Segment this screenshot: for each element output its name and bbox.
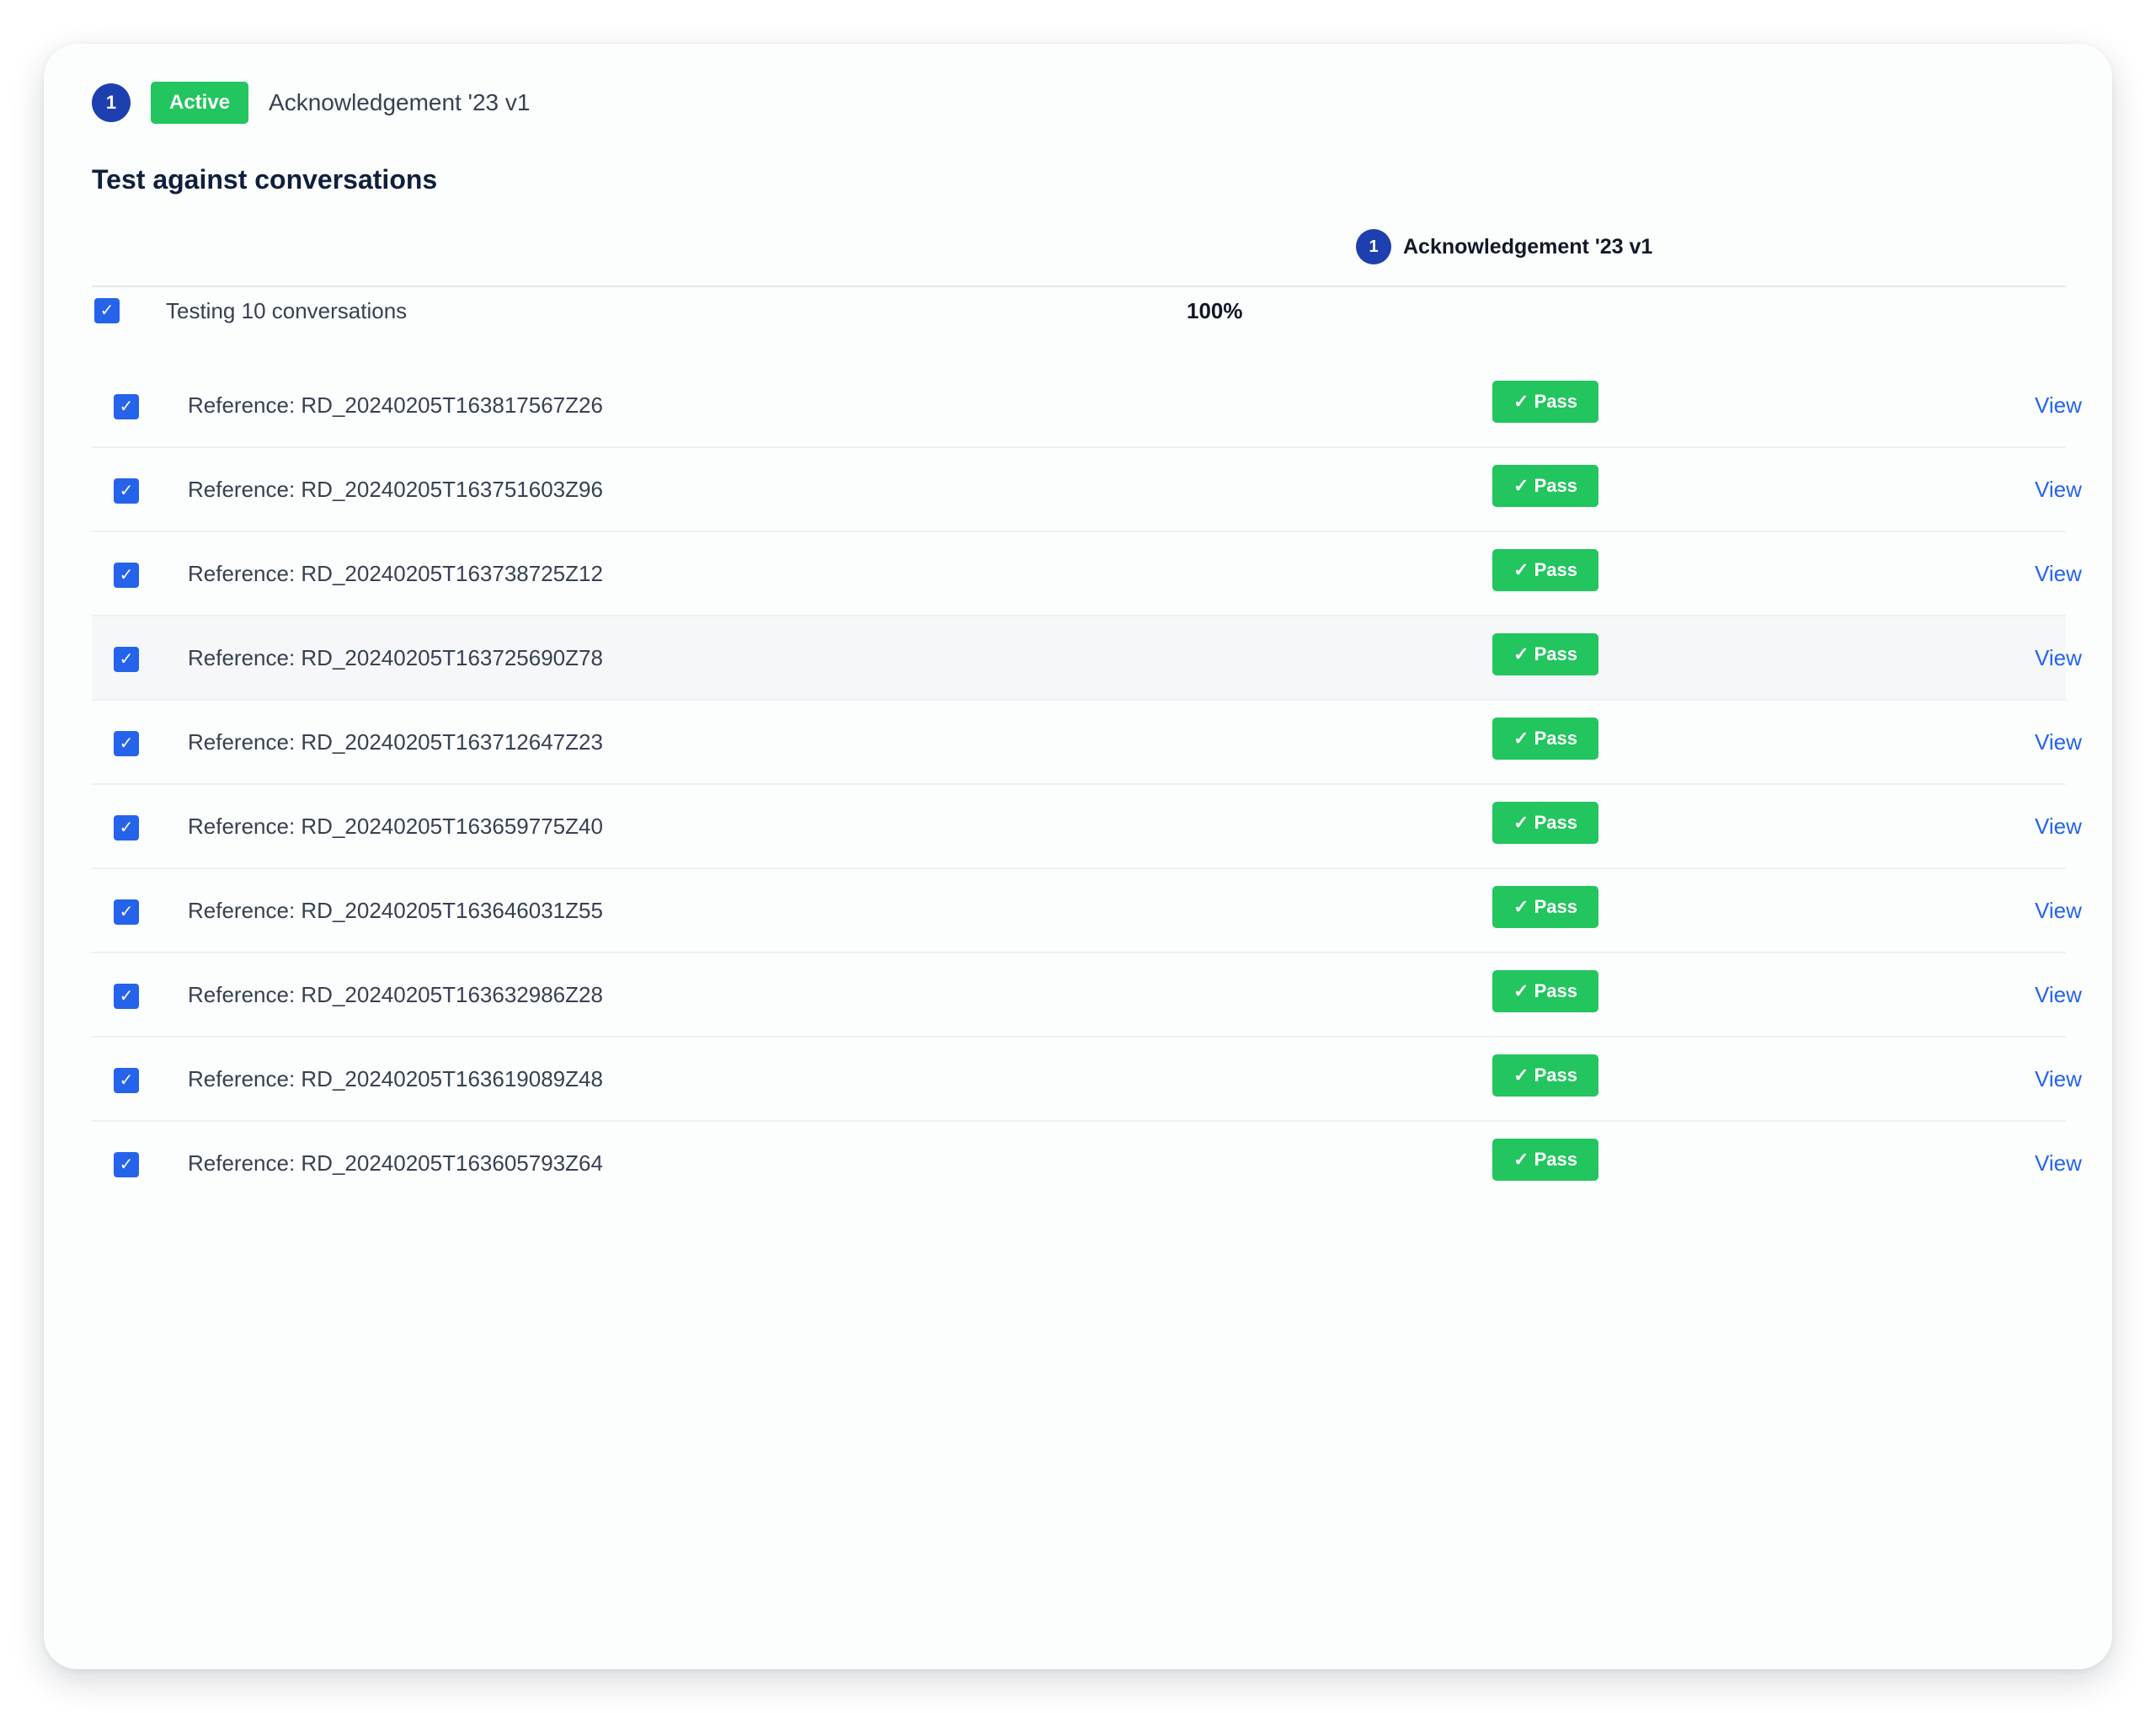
table-row: ✓ Reference: RD_20240205T163619089Z48 ✓ Pa… [92, 1038, 2082, 1122]
checkmark-icon: ✓ [119, 566, 134, 584]
pass-badge: ✓ Pass [1492, 1139, 1598, 1181]
table-row: ✓ Reference: RD_20240205T163605793Z64 ✓ Pa… [92, 1122, 2082, 1206]
row-checkbox[interactable]: ✓ [114, 563, 139, 588]
row-checkbox[interactable]: ✓ [114, 731, 139, 756]
pass-badge: ✓ Pass [1492, 1054, 1598, 1097]
checkmark-icon: ✓ [119, 1155, 134, 1174]
row-checkbox[interactable]: ✓ [114, 984, 139, 1009]
conversation-reference: Reference: RD_20240205T163712647Z23 [188, 729, 603, 755]
policy-header: 1 Active Acknowledgement '23 v1 [92, 82, 530, 124]
checkmark-icon: ✓ [119, 734, 134, 753]
section-title: Test against conversations [92, 164, 438, 195]
pass-badge: ✓ Pass [1492, 549, 1598, 591]
pass-badge: ✓ Pass [1492, 465, 1598, 507]
column-header-label: Acknowledgement '23 v1 [1403, 234, 1653, 259]
row-checkbox[interactable]: ✓ [114, 1068, 139, 1093]
conversation-reference: Reference: RD_20240205T163632986Z28 [188, 982, 603, 1007]
summary-row: ✓ Testing 10 conversations 100% [92, 290, 2066, 332]
row-checkbox[interactable]: ✓ [114, 394, 139, 419]
checkmark-icon: ✓ [119, 482, 134, 500]
view-link[interactable]: View [2035, 814, 2082, 840]
select-all-checkbox[interactable]: ✓ [94, 298, 120, 323]
table-row: ✓ Reference: RD_20240205T163817567Z26 ✓ Pa… [92, 364, 2082, 448]
table-row: ✓ Reference: RD_20240205T163659775Z40 ✓ Pa… [92, 785, 2082, 869]
view-link[interactable]: View [2035, 982, 2082, 1008]
checkmark-icon: ✓ [119, 1071, 134, 1090]
policy-column-header: 1 Acknowledgement '23 v1 [1356, 229, 1652, 264]
conversation-reference: Reference: RD_20240205T163646031Z55 [188, 898, 603, 923]
row-checkbox[interactable]: ✓ [114, 478, 139, 504]
header-divider [92, 286, 2066, 287]
row-checkbox[interactable]: ✓ [114, 899, 139, 925]
view-link[interactable]: View [2035, 477, 2082, 503]
pass-badge: ✓ Pass [1492, 381, 1598, 423]
pass-badge: ✓ Pass [1492, 970, 1598, 1012]
view-link[interactable]: View [2035, 898, 2082, 924]
conversation-reference: Reference: RD_20240205T163605793Z64 [188, 1150, 603, 1176]
view-link[interactable]: View [2035, 1066, 2082, 1092]
table-row: ✓ Reference: RD_20240205T163738725Z12 ✓ Pa… [92, 532, 2082, 616]
row-checkbox[interactable]: ✓ [114, 647, 139, 672]
pass-percentage: 100% [1187, 298, 1243, 323]
table-row: ✓ Reference: RD_20240205T163632986Z28 ✓ Pa… [92, 953, 2082, 1038]
checkmark-icon: ✓ [119, 650, 134, 669]
column-number-badge: 1 [1356, 229, 1391, 264]
pass-badge: ✓ Pass [1492, 802, 1598, 844]
row-checkbox[interactable]: ✓ [114, 815, 139, 840]
pass-badge: ✓ Pass [1492, 886, 1598, 928]
view-link[interactable]: View [2035, 645, 2082, 671]
view-link[interactable]: View [2035, 729, 2082, 755]
conversation-list: ✓ Reference: RD_20240205T163817567Z26 ✓ Pa… [92, 364, 2082, 1206]
view-link[interactable]: View [2035, 1150, 2082, 1177]
status-badge: Active [151, 82, 249, 124]
row-checkbox[interactable]: ✓ [114, 1152, 139, 1177]
table-row: ✓ Reference: RD_20240205T163646031Z55 ✓ Pa… [92, 869, 2082, 953]
test-card: 1 Active Acknowledgement '23 v1 Test aga… [44, 44, 2112, 1669]
table-row: ✓ Reference: RD_20240205T163712647Z23 ✓ Pa… [92, 701, 2082, 785]
conversation-reference: Reference: RD_20240205T163725690Z78 [188, 645, 603, 670]
pass-badge: ✓ Pass [1492, 633, 1598, 675]
checkmark-icon: ✓ [119, 398, 134, 416]
table-row: ✓ Reference: RD_20240205T163751603Z96 ✓ Pa… [92, 448, 2082, 532]
checkmark-icon: ✓ [119, 903, 134, 921]
checkmark-icon: ✓ [99, 302, 115, 320]
conversation-reference: Reference: RD_20240205T163619089Z48 [188, 1066, 603, 1091]
pass-badge: ✓ Pass [1492, 718, 1598, 760]
conversation-reference: Reference: RD_20240205T163817567Z26 [188, 392, 603, 418]
policy-number-badge: 1 [92, 83, 131, 122]
conversation-reference: Reference: RD_20240205T163751603Z96 [188, 477, 603, 502]
checkmark-icon: ✓ [119, 819, 134, 837]
policy-name: Acknowledgement '23 v1 [269, 89, 531, 115]
table-row: ✓ Reference: RD_20240205T163725690Z78 ✓ Pa… [92, 616, 2082, 701]
summary-text: Testing 10 conversations [166, 298, 408, 323]
conversation-reference: Reference: RD_20240205T163659775Z40 [188, 814, 603, 839]
view-link[interactable]: View [2035, 392, 2082, 419]
conversation-reference: Reference: RD_20240205T163738725Z12 [188, 561, 603, 586]
checkmark-icon: ✓ [119, 987, 134, 1006]
view-link[interactable]: View [2035, 561, 2082, 587]
